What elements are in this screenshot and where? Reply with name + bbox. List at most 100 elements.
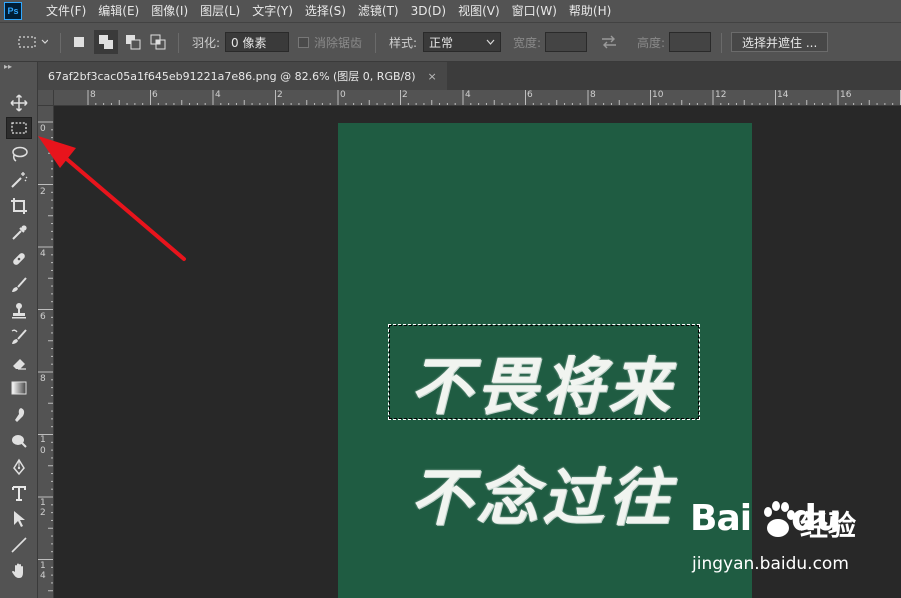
selection-mode-subtract[interactable] [125, 23, 141, 61]
style-value: 正常 [429, 35, 454, 50]
ruler-h-label: 14 [777, 90, 789, 100]
blur-drop-icon [15, 408, 25, 422]
ruler-v-label: 1 [40, 561, 46, 571]
tools-panel: ▸▸ [0, 62, 38, 598]
pen-icon [13, 458, 25, 476]
hand-tool[interactable] [6, 560, 32, 582]
clone-stamp-tool[interactable] [6, 300, 32, 322]
menu-layer[interactable]: 图层(L) [194, 0, 246, 22]
menu-image[interactable]: 图像(I) [145, 0, 194, 22]
gradient-tool[interactable] [6, 377, 32, 399]
swap-arrows-icon [602, 35, 616, 49]
vertical-ruler-ticks [38, 121, 53, 592]
ruler-h-label: 4 [465, 90, 471, 100]
line-icon [11, 537, 27, 553]
lasso-icon [12, 146, 28, 162]
chevron-down-icon [486, 39, 495, 45]
ruler-v-label: 8 [40, 374, 46, 384]
width-label: 宽度: [513, 35, 542, 50]
crop-tool[interactable] [6, 195, 32, 217]
blur-tool[interactable] [6, 404, 32, 426]
horizontal-ruler-ticks [87, 90, 901, 105]
menu-file[interactable]: 文件(F) [40, 0, 92, 22]
healing-brush-tool[interactable] [6, 248, 32, 270]
brush-tool[interactable] [6, 274, 32, 296]
vertical-ruler[interactable]: 0 2 4 6 8 1 0 1 2 1 4 [38, 106, 54, 598]
close-tab-icon[interactable]: × [428, 70, 437, 83]
lasso-tool[interactable] [6, 143, 32, 165]
width-input[interactable] [545, 32, 587, 52]
type-tool[interactable] [6, 482, 32, 504]
menu-type[interactable]: 文字(Y) [246, 0, 299, 22]
collapse-panel-icon[interactable]: ▸▸ [4, 62, 12, 71]
document-tab[interactable]: 67af2bf3cac05a1f645eb91221a7e86.png @ 82… [38, 62, 447, 90]
menu-view[interactable]: 视图(V) [452, 0, 506, 22]
selection-mode-new[interactable] [72, 23, 86, 61]
eyedropper-icon [12, 225, 27, 240]
selection-mode-intersect[interactable] [150, 23, 166, 61]
marquee-preset-icon [18, 36, 48, 48]
tool-preset-picker[interactable] [18, 23, 48, 61]
magic-wand-tool[interactable] [6, 169, 32, 191]
style-label: 样式: [389, 35, 418, 50]
ruler-v-label: 2 [40, 508, 46, 518]
menu-bar: Ps 文件(F) 编辑(E) 图像(I) 图层(L) 文字(Y) 选择(S) 滤… [0, 0, 901, 22]
watermark-brand-bai: Bai [690, 498, 752, 539]
ruler-h-label: 0 [340, 90, 346, 100]
dodge-icon [12, 435, 27, 448]
subtract-selection-icon [126, 35, 141, 50]
move-tool[interactable] [6, 92, 32, 114]
new-selection-icon [74, 37, 84, 47]
antialias-checkbox[interactable] [298, 36, 309, 48]
history-brush-icon [11, 329, 27, 344]
pen-tool[interactable] [6, 456, 32, 478]
ruler-v-label: 1 [40, 435, 46, 445]
style-select[interactable]: 正常 [423, 32, 501, 52]
eraser-tool[interactable] [6, 352, 32, 374]
ruler-h-label: 10 [652, 90, 664, 100]
menu-help[interactable]: 帮助(H) [563, 0, 617, 22]
ruler-h-label: 8 [590, 90, 596, 100]
rectangular-marquee-tool[interactable] [6, 117, 32, 139]
intersect-selection-icon [150, 34, 166, 50]
feather-input[interactable]: 0 像素 [225, 32, 289, 52]
feather-label: 羽化: [192, 35, 221, 50]
line-tool[interactable] [6, 534, 32, 556]
eraser-icon [13, 359, 26, 370]
brush-icon [12, 277, 27, 292]
options-separator [60, 33, 61, 53]
eyedropper-tool[interactable] [6, 222, 32, 244]
menu-3d[interactable]: 3D(D) [405, 0, 452, 22]
ruler-h-label: 2 [402, 90, 408, 100]
history-brush-tool[interactable] [6, 326, 32, 348]
marquee-icon [11, 122, 27, 134]
baidu-jingyan-watermark: Bai du 经验 jingyan.baidu.com [690, 498, 890, 588]
path-selection-tool[interactable] [6, 508, 32, 530]
bandage-icon [13, 253, 25, 265]
gradient-icon [11, 381, 27, 395]
ruler-h-label: 16 [840, 90, 852, 100]
ruler-h-label: 12 [715, 90, 727, 100]
watermark-jingyan-cn: 经验 [800, 509, 857, 542]
ruler-h-label: 2 [277, 90, 283, 100]
antialias-label: 消除锯齿 [314, 35, 363, 50]
swap-width-height-button[interactable] [600, 23, 618, 61]
ruler-h-label: 4 [215, 90, 221, 100]
baidu-paw-icon [764, 501, 795, 537]
selection-mode-add[interactable] [94, 30, 118, 54]
menu-edit[interactable]: 编辑(E) [92, 0, 145, 22]
menu-select[interactable]: 选择(S) [299, 0, 352, 22]
ruler-origin[interactable] [38, 90, 54, 106]
height-input[interactable] [669, 32, 711, 52]
select-and-mask-button[interactable]: 选择并遮住 ... [731, 32, 829, 52]
pointer-arrow-icon [14, 511, 25, 527]
menu-window[interactable]: 窗口(W) [506, 0, 563, 22]
type-icon [12, 486, 26, 501]
menu-filter[interactable]: 滤镜(T) [352, 0, 405, 22]
magic-wand-icon [11, 172, 28, 188]
marquee-selection[interactable] [388, 324, 700, 420]
hand-icon [12, 563, 23, 578]
horizontal-ruler[interactable]: 8 6 4 2 0 2 4 6 8 10 12 14 16 [54, 90, 901, 106]
dodge-tool[interactable] [6, 430, 32, 452]
ruler-v-label: 4 [40, 249, 46, 259]
